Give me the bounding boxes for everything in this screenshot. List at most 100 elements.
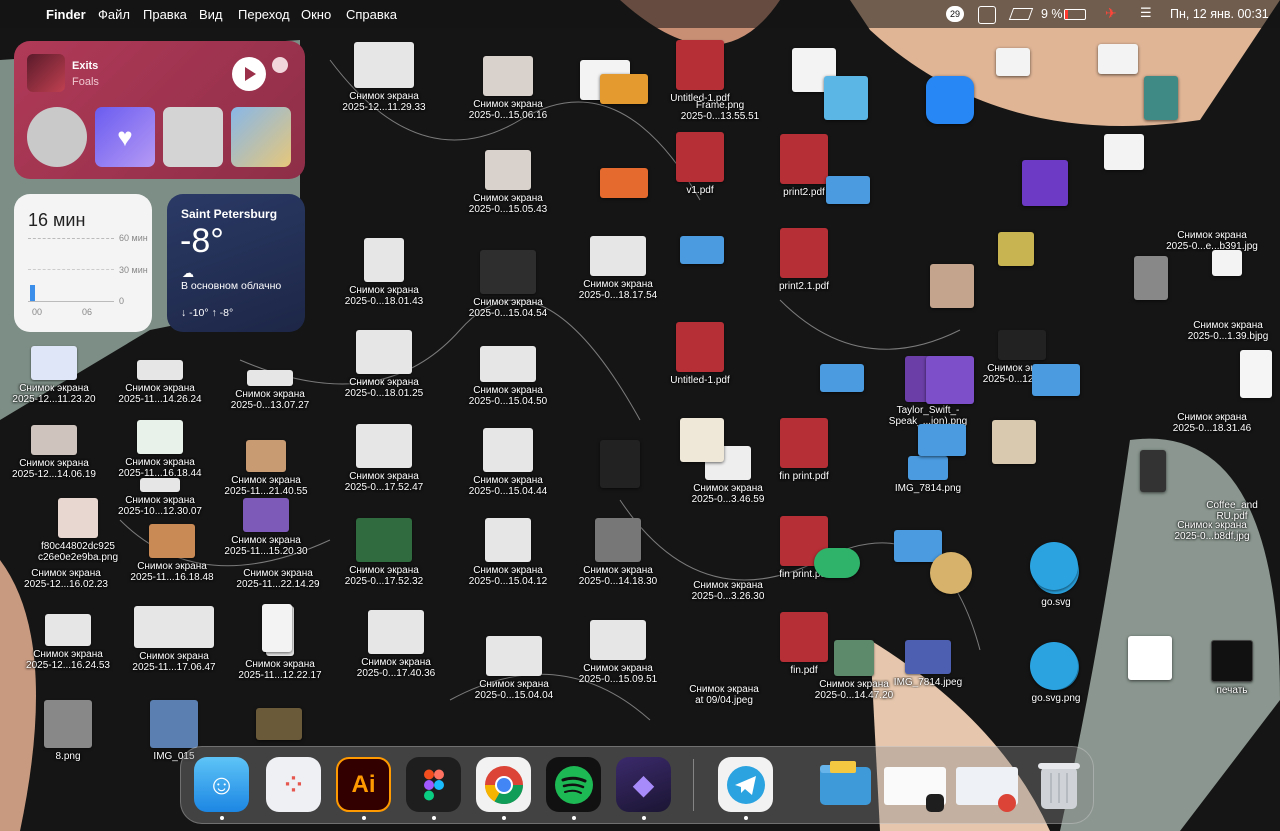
album-art: [27, 54, 65, 92]
desktop-file[interactable]: Снимок экрана 2025-0...14.18.30: [570, 518, 666, 587]
file-name: Снимок экрана: [349, 285, 419, 296]
desktop-file[interactable]: IMG_7814.jpeg: [880, 640, 976, 688]
screen-record-icon[interactable]: [978, 6, 996, 24]
desktop-file[interactable]: IMG_7814.png: [880, 456, 976, 494]
track-artist: Foals: [72, 76, 99, 88]
desktop-file[interactable]: Снимок экрана 2025-0...15.04.04: [466, 636, 562, 701]
battery-icon[interactable]: [1064, 9, 1086, 20]
desktop-file[interactable]: Снимок экрана 2025-11...21.40.55: [218, 440, 314, 497]
desktop-file[interactable]: 8.png: [20, 700, 116, 762]
desktop-file[interactable]: Снимок экрана 2025-12...11.23.20: [6, 346, 102, 405]
desktop-file[interactable]: Снимок экрана 2025-0...18.01.25: [336, 330, 432, 399]
desktop-file[interactable]: Снимок экрана 2025-12...14.06.19: [6, 425, 102, 480]
liked-songs-heart-icon[interactable]: ♥: [95, 107, 155, 167]
menu-help[interactable]: Справка: [346, 7, 397, 22]
file-thumbnail: [590, 236, 646, 276]
desktop-file[interactable]: print2.1.pdf: [756, 228, 852, 292]
desktop-file[interactable]: Снимок экрана 2025-11...15.20.30: [218, 498, 314, 557]
music-widget[interactable]: Exits Foals ♥: [14, 41, 305, 179]
desktop-file[interactable]: Снимок экрана 2025-0...1.39.bjpg: [1180, 320, 1276, 342]
file-name: Снимок экрана: [479, 679, 549, 690]
dock-spotify[interactable]: [546, 757, 601, 812]
file-date: 2025-0...18.31.46: [1172, 423, 1252, 434]
desktop-file[interactable]: Снимок экрана 2025-0...15.04.50: [460, 346, 556, 407]
display-icon[interactable]: [1008, 8, 1034, 20]
desktop-file[interactable]: Снимок экрана 2025-0...17.40.36: [348, 610, 444, 679]
dock-obsidian[interactable]: ◆: [616, 757, 671, 812]
file-thumbnail: [1240, 350, 1272, 398]
desktop-file[interactable]: Снимок экрана 2025-0...17.52.47: [336, 424, 432, 493]
play-button[interactable]: [232, 57, 266, 91]
dock-chrome-window[interactable]: [956, 767, 1018, 812]
file-name: Снимок экрана: [473, 193, 543, 204]
desktop-file[interactable]: Снимок экрана at 09/04.jpeg: [676, 684, 772, 706]
menu-file[interactable]: Файл: [98, 7, 130, 22]
menu-go[interactable]: Переход: [238, 7, 290, 22]
file-thumbnail: [1212, 250, 1242, 276]
notification-badge-icon[interactable]: 29: [946, 6, 964, 22]
file-name: Снимок экрана: [349, 471, 419, 482]
desktop-file[interactable]: Снимок экрана 2025-11...22.14.29: [230, 568, 326, 590]
desktop-file[interactable]: Снимок экрана 2025-11...14.26.24: [112, 360, 208, 405]
desktop-file[interactable]: Снимок экрана 2025-11...17.06.47: [126, 606, 222, 673]
app-menu-finder[interactable]: Finder: [46, 7, 86, 22]
desktop-file[interactable]: Снимок экрана 2025-11...16.18.48: [124, 524, 220, 583]
menubar-clock[interactable]: Пн, 12 янв. 00:31: [1170, 7, 1269, 21]
menu-edit[interactable]: Правка: [143, 7, 187, 22]
file-thumbnail: [483, 428, 533, 472]
file-thumbnail: [137, 360, 183, 380]
desktop-file[interactable]: Снимок экрана 2025-0...15.04.44: [460, 428, 556, 497]
desktop-file[interactable]: Coffee_and RU.pdf: [1184, 500, 1280, 522]
desktop-file[interactable]: Снимок экрана 2025-0...b8df.jpg: [1164, 520, 1260, 542]
desktop-file[interactable]: Снимок экрана 2025-0...18.17.54: [570, 236, 666, 301]
desktop-file[interactable]: Снимок экрана 2025-12...11.29.33: [336, 42, 432, 113]
dock-illustrator[interactable]: Ai: [336, 757, 391, 812]
dock-chrome[interactable]: [476, 757, 531, 812]
desktop-file[interactable]: Снимок экрана 2025-12...16.02.23: [18, 568, 114, 590]
desktop-file[interactable]: Снимок экрана 2025-0...13.07.27: [222, 370, 318, 411]
dock-telegram[interactable]: [718, 757, 773, 812]
pdf-thumbnail: [676, 322, 724, 372]
folder-icon: [894, 530, 942, 562]
weather-widget[interactable]: Saint Petersburg -8° ☁ В основном облачн…: [167, 194, 305, 332]
desktop-file[interactable]: Снимок экрана 2025-0...15.04.12: [460, 518, 556, 587]
desktop-file[interactable]: v1.pdf: [652, 132, 748, 196]
desktop-file[interactable]: Снимок экрана 2025-0...3.26.30: [680, 580, 776, 602]
desktop-file[interactable]: Снимок экрана 2025-0...15.04.54: [460, 250, 556, 319]
screen-time-widget[interactable]: 16 мин 60 мин 30 мин 0 00 06: [14, 194, 152, 332]
weather-range: ↓ -10° ↑ -8°: [181, 307, 234, 319]
recent-artist-avatar[interactable]: [27, 107, 87, 167]
desktop-file[interactable]: Снимок экрана 2025-0...18.01.43: [336, 238, 432, 307]
desktop-file[interactable]: Снимок экрана 2025-10...12.30.07: [112, 478, 208, 517]
desktop-file[interactable]: Снимок экрана 2025-11...16.18.44: [112, 420, 208, 479]
file-name: Снимок экрана: [473, 297, 543, 308]
desktop-file[interactable]: Untitled-1.pdf: [652, 40, 748, 104]
dock-finder[interactable]: ☺: [194, 757, 249, 812]
dock-trash[interactable]: [1031, 757, 1086, 812]
desktop-file[interactable]: Снимок экрана 2025-0...15.06.16: [460, 56, 556, 121]
menu-window[interactable]: Окно: [301, 7, 331, 22]
dock-figma[interactable]: [406, 757, 461, 812]
file-date: 2025-12...16.02.23: [24, 579, 108, 590]
dock-separator: [693, 759, 694, 811]
file-thumbnail: [834, 640, 874, 676]
desktop-file[interactable]: Снимок экрана 2025-0...17.52.32: [336, 518, 432, 587]
running-indicator: [362, 816, 366, 820]
sketch-status-icon[interactable]: ✈: [1105, 5, 1117, 22]
desktop-file[interactable]: Снимок экрана 2025-0...e...b391.jpg: [1164, 230, 1260, 252]
file-name: Снимок экрана: [583, 279, 653, 290]
menu-view[interactable]: Вид: [199, 7, 223, 22]
desktop-file[interactable]: Снимок экрана 2025-0...15.05.43: [460, 150, 556, 215]
desktop-file[interactable]: Снимок экрана 2025-12...16.24.53: [20, 614, 116, 671]
dock-figma-window[interactable]: [884, 767, 946, 812]
recent-album-art[interactable]: [163, 107, 223, 167]
desktop-file[interactable]: Frame.png 2025-0...13.55.51: [672, 100, 768, 122]
dock-launchpad[interactable]: ⁘: [266, 757, 321, 812]
desktop-file[interactable]: печать: [1184, 640, 1280, 696]
control-center-icon[interactable]: ☰: [1140, 5, 1152, 21]
desktop-file[interactable]: Снимок экрана 2025-0...18.31.46: [1164, 412, 1260, 434]
desktop-file[interactable]: Untitled-1.pdf: [652, 322, 748, 386]
recent-playlist-art[interactable]: [231, 107, 291, 167]
dock-downloads-folder[interactable]: [818, 757, 873, 812]
desktop-file[interactable]: Снимок экрана 2025-0...15.09.51: [570, 620, 666, 685]
